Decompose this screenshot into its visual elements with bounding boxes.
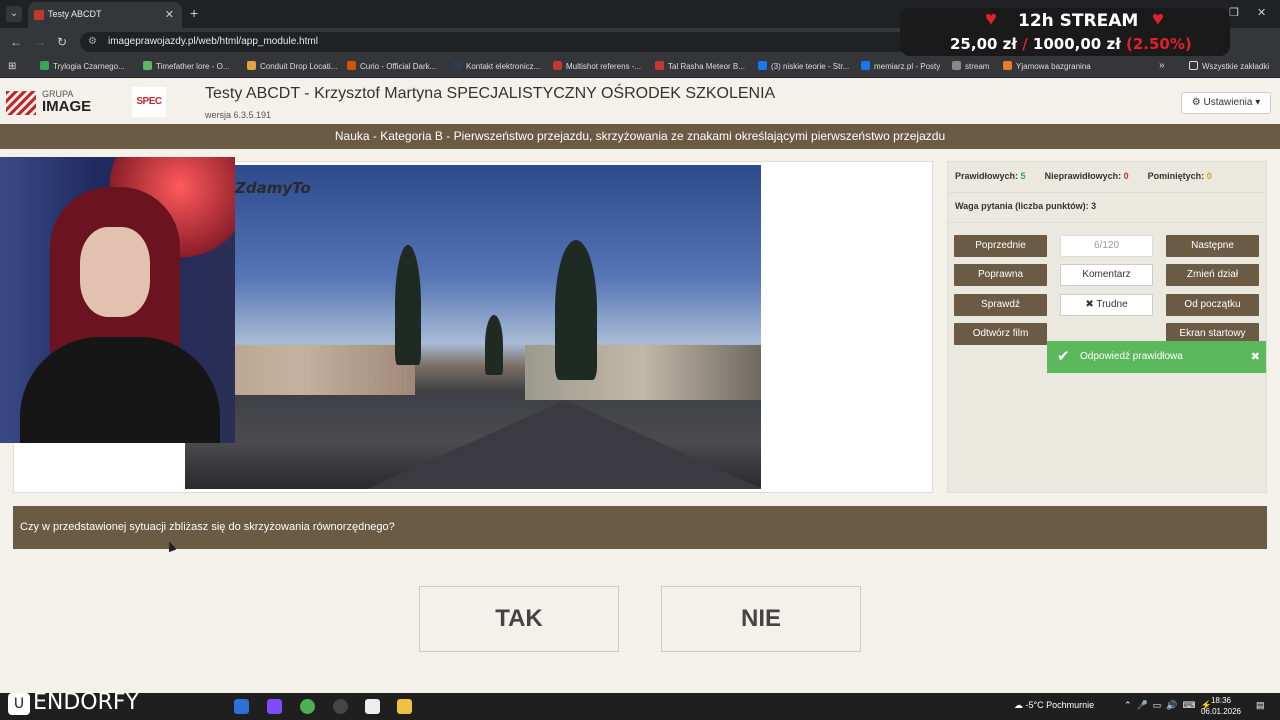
taskbar-app-icon[interactable] bbox=[267, 699, 282, 714]
from-start-button[interactable]: Od początku bbox=[1166, 294, 1259, 316]
grupa-image-logo: GRUPA IMAGE bbox=[6, 89, 96, 117]
taskbar-clock[interactable]: 18:36 06.01.2026 bbox=[1199, 695, 1243, 717]
stream-percent: (2.50%) bbox=[1126, 35, 1192, 53]
answer-stats: Prawidłowych: 5 Nieprawidłowych: 0 Pomin… bbox=[955, 171, 1212, 181]
bookmark-item[interactable]: Conduit Drop Locati... bbox=[247, 61, 337, 71]
app-header: GRUPA IMAGE SPEC Testy ABCDT - Krzysztof… bbox=[0, 79, 1280, 124]
streamer-webcam bbox=[0, 157, 235, 443]
forward-icon[interactable]: → bbox=[34, 35, 46, 49]
bookmark-favicon-icon bbox=[143, 61, 152, 70]
skipped-count: 0 bbox=[1206, 171, 1212, 181]
url-text: imageprawojazdy.pl/web/html/app_module.h… bbox=[108, 36, 318, 47]
comment-button[interactable]: Komentarz bbox=[1060, 264, 1153, 286]
hard-button[interactable]: ✖ Trudne bbox=[1060, 294, 1153, 316]
notifications-icon[interactable]: ▤ bbox=[1256, 700, 1265, 711]
bookmark-favicon-icon bbox=[1003, 61, 1012, 70]
bookmark-item[interactable]: Timefather lore - O... bbox=[143, 61, 230, 71]
bookmark-favicon-icon bbox=[758, 61, 767, 70]
gears-icon: ⚙ bbox=[1191, 97, 1201, 108]
spec-logo: SPEC bbox=[132, 87, 166, 117]
page-title: Testy ABCDT - Krzysztof Martyna SPECJALI… bbox=[205, 85, 776, 102]
caret-down-icon: ▾ bbox=[1255, 97, 1261, 108]
bookmark-item[interactable]: Tal Rasha Meteor B... bbox=[655, 61, 745, 71]
back-icon[interactable]: ← bbox=[10, 35, 22, 49]
bookmark-favicon-icon bbox=[40, 61, 49, 70]
tab-title: Testy ABCDT bbox=[48, 9, 102, 19]
stream-separator: / bbox=[1022, 35, 1028, 53]
video-watermark: ZdamyTo bbox=[235, 179, 311, 197]
bookmark-item[interactable]: stream bbox=[952, 61, 989, 71]
bookmark-favicon-icon bbox=[952, 61, 961, 70]
stream-goal: 25,00 zł / 1000,00 zł (2.50%) bbox=[950, 35, 1192, 53]
folder-icon bbox=[1189, 61, 1198, 70]
question-counter: 6/120 bbox=[1060, 235, 1153, 257]
bookmark-item[interactable]: Trylogia Czarnego... bbox=[40, 61, 125, 71]
bookmark-favicon-icon bbox=[347, 61, 356, 70]
reload-icon[interactable]: ↻ bbox=[57, 35, 67, 49]
show-correct-button[interactable]: Poprawna bbox=[954, 264, 1047, 286]
close-icon: ✖ bbox=[1085, 299, 1094, 310]
answer-correct-toast: ✔ Odpowiedź prawidłowa ✖ bbox=[1047, 341, 1266, 373]
endorfy-mark-icon: U bbox=[8, 693, 30, 715]
bookmark-favicon-icon bbox=[453, 61, 462, 70]
question-text: Czy w przedstawionej sytuacji zbliżasz s… bbox=[13, 506, 1267, 549]
bookmark-favicon-icon bbox=[553, 61, 562, 70]
divider bbox=[948, 222, 1266, 223]
taskbar-app-icon[interactable] bbox=[234, 699, 249, 714]
question-video[interactable] bbox=[185, 165, 761, 489]
maximize-icon[interactable]: ❐ bbox=[1229, 6, 1239, 19]
bookmark-favicon-icon bbox=[861, 61, 870, 70]
bookmark-favicon-icon bbox=[247, 61, 256, 70]
bookmark-favicon-icon bbox=[655, 61, 664, 70]
file-explorer-icon[interactable] bbox=[397, 699, 412, 714]
more-bookmarks-icon[interactable]: » bbox=[1159, 60, 1165, 71]
weather-widget[interactable]: ☁ -5°C Pochmurnie bbox=[1014, 700, 1094, 711]
bookmark-item[interactable]: Curio - Official Dark... bbox=[347, 61, 436, 71]
endorfy-logo: U ENDORFY bbox=[8, 690, 139, 715]
previous-button[interactable]: Poprzednie bbox=[954, 235, 1047, 257]
check-icon: ✔ bbox=[1057, 348, 1070, 365]
bookmarks-bar: ⊞ Trylogia Czarnego... Timefather lore - … bbox=[0, 56, 1280, 78]
site-info-icon[interactable]: ⚙ bbox=[88, 36, 97, 47]
taskbar-app-icon[interactable] bbox=[333, 699, 348, 714]
correct-count: 5 bbox=[1020, 171, 1026, 181]
heart-icon: ♥ bbox=[1152, 8, 1164, 30]
all-bookmarks-link[interactable]: Wszystkie zakładki bbox=[1189, 61, 1269, 71]
stream-amount: 25,00 zł bbox=[950, 35, 1017, 53]
divider bbox=[948, 192, 1266, 193]
heart-icon: ♥ bbox=[985, 8, 997, 30]
next-button[interactable]: Następne bbox=[1166, 235, 1259, 257]
question-weight: Waga pytania (liczba punktów): 3 bbox=[955, 201, 1097, 211]
chrome-icon[interactable] bbox=[300, 699, 315, 714]
change-section-button[interactable]: Zmień dział bbox=[1166, 264, 1259, 286]
logo-stripes-icon bbox=[6, 91, 36, 115]
close-window-icon[interactable]: ✕ bbox=[1257, 6, 1266, 19]
stream-goal-value: 1000,00 zł bbox=[1032, 35, 1121, 53]
category-bar: Nauka - Kategoria B - Pierwszeństwo prze… bbox=[0, 124, 1280, 149]
play-film-button[interactable]: Odtwórz film bbox=[954, 323, 1047, 345]
taskbar-app-icon[interactable] bbox=[365, 699, 380, 714]
answer-no-button[interactable]: NIE bbox=[661, 586, 861, 652]
close-tab-icon[interactable]: ✕ bbox=[165, 8, 174, 21]
bookmark-item[interactable]: Kontakt elektronicz... bbox=[453, 61, 540, 71]
bookmark-item[interactable]: (3) niskie teorie - Str... bbox=[758, 61, 849, 71]
bookmark-item[interactable]: Yjamowa bazgranina bbox=[1003, 61, 1091, 71]
cloud-icon: ☁ bbox=[1014, 700, 1023, 710]
settings-dropdown-button[interactable]: ⚙ Ustawienia ▾ bbox=[1181, 92, 1271, 114]
incorrect-count: 0 bbox=[1123, 171, 1129, 181]
answer-yes-button[interactable]: TAK bbox=[419, 586, 619, 652]
bookmark-item[interactable]: memiarz.pl - Posty bbox=[861, 61, 940, 71]
bookmark-item[interactable]: Multishot referens -... bbox=[553, 61, 641, 71]
close-toast-icon[interactable]: ✖ bbox=[1251, 350, 1260, 363]
check-button[interactable]: Sprawdź bbox=[954, 294, 1047, 316]
tab-search-button[interactable]: ⌄ bbox=[6, 6, 22, 22]
stream-title: 12h STREAM bbox=[1018, 11, 1139, 31]
tab-favicon-icon bbox=[34, 10, 44, 20]
app-version: wersja 6.3.5.191 bbox=[205, 110, 272, 120]
apps-grid-icon[interactable]: ⊞ bbox=[8, 61, 16, 72]
browser-tab[interactable]: Testy ABCDT ✕ bbox=[28, 2, 182, 28]
new-tab-button[interactable]: + bbox=[190, 5, 198, 21]
